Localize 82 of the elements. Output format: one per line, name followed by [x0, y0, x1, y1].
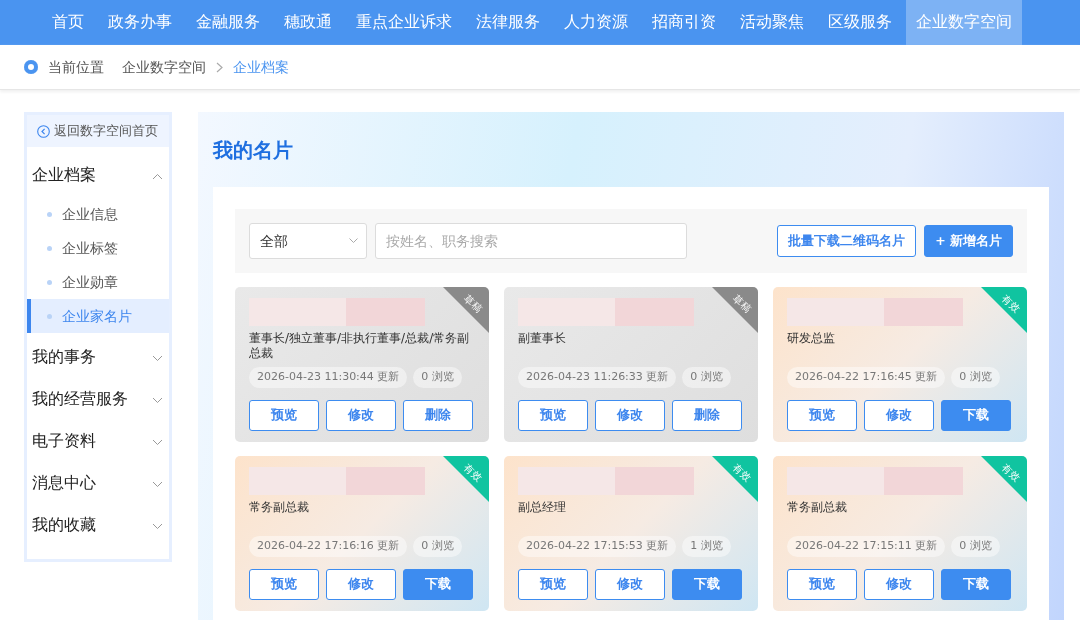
card-action-button[interactable]: 修改 [864, 568, 934, 600]
nav-item[interactable]: 政务办事 [98, 0, 182, 45]
filter-select[interactable]: 全部 [249, 223, 367, 259]
view-count: 0 浏览 [682, 367, 731, 388]
card-action-button[interactable]: 预览 [787, 568, 857, 600]
sidebar-group[interactable]: 消息中心 [27, 463, 169, 505]
status-ribbon: 草稿 [443, 287, 489, 333]
nav-item[interactable]: 重点企业诉求 [346, 0, 462, 45]
back-circle-icon [37, 124, 50, 138]
page-title: 我的名片 [213, 136, 293, 164]
card-action-button[interactable]: 预览 [787, 399, 857, 431]
card-action-button[interactable]: 预览 [518, 568, 588, 600]
updated-time: 2026-04-22 17:15:53 更新 [518, 536, 677, 557]
card-action-button[interactable]: 修改 [595, 568, 665, 600]
card-action-button[interactable]: 修改 [326, 568, 396, 600]
chevron-down-icon [152, 354, 163, 362]
updated-time: 2026-04-23 11:26:33 更新 [518, 367, 677, 388]
job-title: 董事长/独立董事/非执行董事/总裁/常务副总裁 [249, 331, 470, 360]
status-ribbon: 有效 [712, 456, 758, 502]
location-icon [24, 60, 38, 74]
card-action-button[interactable]: 下载 [403, 568, 473, 600]
card-action-button[interactable]: 下载 [941, 568, 1011, 600]
sidebar-item[interactable]: 企业家名片 [27, 299, 169, 333]
view-count: 0 浏览 [951, 367, 1000, 388]
job-title: 副董事长 [518, 331, 566, 345]
breadcrumb-link[interactable]: 企业数字空间 [122, 56, 206, 78]
back-link[interactable]: 返回数字空间首页 [27, 115, 169, 147]
nav-item[interactable]: 企业数字空间 [906, 0, 1022, 45]
job-title: 副总经理 [518, 500, 566, 514]
chevron-down-icon [152, 522, 163, 530]
status-ribbon: 有效 [443, 456, 489, 502]
nav-item[interactable]: 活动聚焦 [730, 0, 814, 45]
card-action-button[interactable]: 预览 [518, 399, 588, 431]
view-count: 0 浏览 [951, 536, 1000, 557]
card-action-button[interactable]: 预览 [249, 568, 319, 600]
updated-time: 2026-04-22 17:15:11 更新 [787, 536, 946, 557]
breadcrumb-link[interactable]: 企业档案 [233, 56, 289, 78]
chevron-down-icon [152, 438, 163, 446]
view-count: 0 浏览 [413, 367, 462, 388]
add-card-button[interactable]: + 新增名片 [924, 225, 1013, 257]
chevron-right-icon [216, 61, 223, 73]
caret-icon [349, 238, 358, 244]
view-count: 0 浏览 [413, 536, 462, 557]
nav-item[interactable]: 法律服务 [466, 0, 550, 45]
sidebar-group[interactable]: 我的事务 [27, 337, 169, 379]
sidebar-item[interactable]: 企业勋章 [27, 265, 169, 299]
sidebar-group[interactable]: 我的经营服务 [27, 379, 169, 421]
sidebar-item[interactable]: 企业信息 [27, 197, 169, 231]
sidebar-group[interactable]: 企业档案 [27, 155, 169, 197]
batch-download-button[interactable]: 批量下载二维码名片 [777, 225, 917, 257]
updated-time: 2026-04-22 17:16:16 更新 [249, 536, 408, 557]
nav-item[interactable]: 人力资源 [554, 0, 638, 45]
card-action-button[interactable]: 删除 [403, 399, 473, 431]
view-count: 1 浏览 [682, 536, 731, 557]
chevron-down-icon [152, 480, 163, 488]
card-action-button[interactable]: 下载 [941, 399, 1011, 431]
card-action-button[interactable]: 删除 [672, 399, 742, 431]
chevron-down-icon [152, 396, 163, 404]
sidebar-group[interactable]: 电子资料 [27, 421, 169, 463]
nav-item[interactable]: 首页 [42, 0, 94, 45]
card-action-button[interactable]: 修改 [864, 399, 934, 431]
updated-time: 2026-04-22 17:16:45 更新 [787, 367, 946, 388]
card-action-button[interactable]: 修改 [326, 399, 396, 431]
status-ribbon: 草稿 [712, 287, 758, 333]
chevron-up-icon [152, 172, 163, 180]
card-action-button[interactable]: 修改 [595, 399, 665, 431]
search-field[interactable]: 按姓名、职务搜索 [375, 223, 687, 259]
status-ribbon: 有效 [981, 287, 1027, 333]
job-title: 常务副总裁 [787, 500, 847, 514]
nav-item[interactable]: 招商引资 [642, 0, 726, 45]
nav-item[interactable]: 区级服务 [818, 0, 902, 45]
updated-time: 2026-04-23 11:30:44 更新 [249, 367, 408, 388]
sidebar-group[interactable]: 我的收藏 [27, 505, 169, 547]
card-action-button[interactable]: 预览 [249, 399, 319, 431]
job-title: 研发总监 [787, 331, 835, 345]
card-action-button[interactable]: 下载 [672, 568, 742, 600]
job-title: 常务副总裁 [249, 500, 309, 514]
nav-item[interactable]: 金融服务 [186, 0, 270, 45]
status-ribbon: 有效 [981, 456, 1027, 502]
nav-item[interactable]: 穗政通 [274, 0, 342, 45]
breadcrumb-label: 当前位置 [48, 57, 104, 77]
sidebar-item[interactable]: 企业标签 [27, 231, 169, 265]
